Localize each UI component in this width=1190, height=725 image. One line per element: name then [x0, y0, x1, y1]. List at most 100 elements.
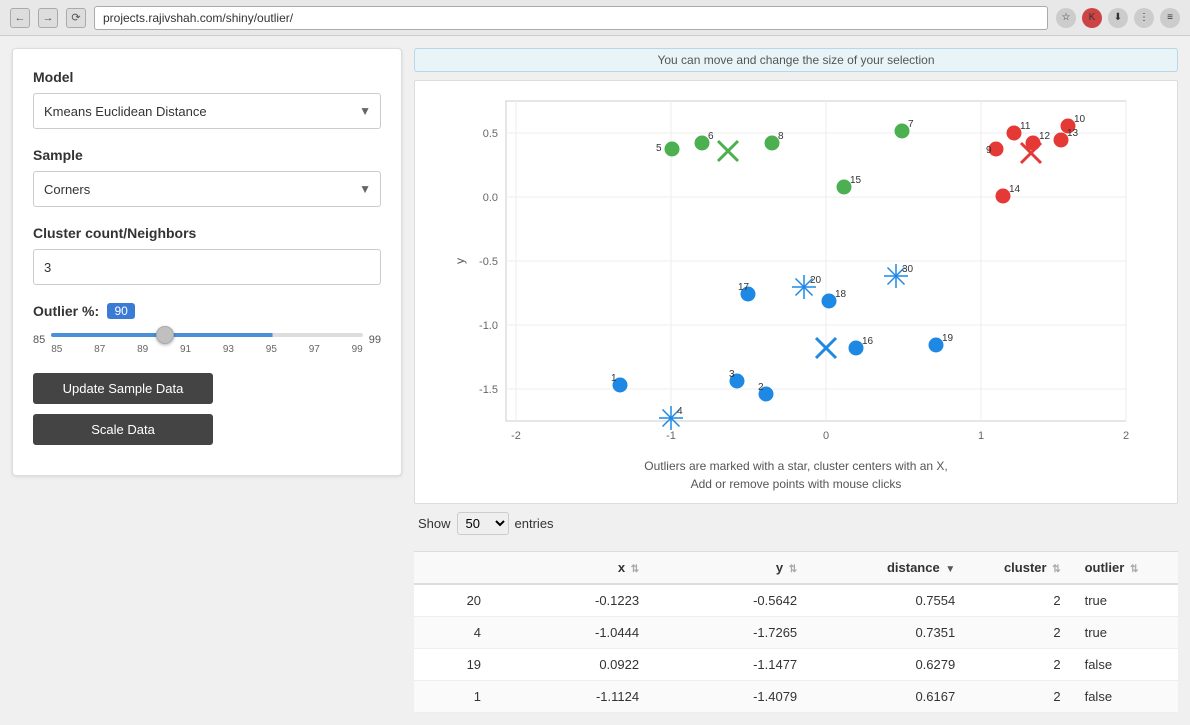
refresh-button[interactable]: ⟳: [66, 8, 86, 28]
ext-icon-1[interactable]: K: [1082, 8, 1102, 28]
menu-icon[interactable]: ≡: [1160, 8, 1180, 28]
sample-dropdown-wrapper: Corners Blobs Moons Circles ▼: [33, 171, 381, 207]
svg-text:-1: -1: [666, 430, 676, 442]
svg-text:2: 2: [1123, 430, 1129, 442]
svg-text:7: 7: [908, 119, 914, 130]
table-row: 19 0.0922 -1.1477 0.6279 2 false: [414, 649, 1178, 681]
col-header-x[interactable]: x ⇅: [493, 552, 651, 585]
slider-max: 99: [369, 334, 381, 346]
cell-distance: 0.6167: [809, 681, 967, 713]
chart-caption: Outliers are marked with a star, cluster…: [425, 457, 1167, 493]
svg-text:8: 8: [778, 131, 784, 142]
entries-select[interactable]: 50 10 25 100: [457, 512, 509, 535]
outlier-slider-section: Outlier %: 90 85 85 87 89 91 93 95: [33, 303, 381, 355]
control-panel: Model Kmeans Euclidean Distance LOF Isol…: [12, 48, 402, 476]
col-header-outlier[interactable]: outlier ⇅: [1073, 552, 1178, 585]
scale-data-button[interactable]: Scale Data: [33, 414, 213, 445]
sort-icon-outlier: ⇅: [1130, 564, 1138, 575]
svg-text:0.5: 0.5: [483, 128, 498, 140]
svg-text:18: 18: [835, 289, 847, 300]
show-label: Show: [418, 516, 451, 531]
svg-text:10: 10: [1074, 114, 1086, 125]
address-bar[interactable]: [94, 6, 1048, 30]
col-header-y[interactable]: y ⇅: [651, 552, 809, 585]
svg-text:14: 14: [1009, 184, 1021, 195]
star-icon[interactable]: ☆: [1056, 8, 1076, 28]
sample-select[interactable]: Corners Blobs Moons Circles: [33, 171, 381, 207]
table-row: 1 -1.1124 -1.4079 0.6167 2 false: [414, 681, 1178, 713]
svg-text:15: 15: [850, 175, 862, 186]
svg-text:6: 6: [708, 131, 714, 142]
col-header-cluster[interactable]: cluster ⇅: [967, 552, 1072, 585]
cell-outlier: true: [1073, 584, 1178, 617]
svg-text:-1.5: -1.5: [479, 384, 498, 396]
svg-text:13: 13: [1067, 128, 1079, 139]
cell-outlier: false: [1073, 649, 1178, 681]
tick-97: 97: [309, 344, 320, 355]
outlier-label: Outlier %:: [33, 303, 99, 319]
cell-outlier: false: [1073, 681, 1178, 713]
slider-ticks: 85 87 89 91 93 95 97 99: [51, 344, 363, 355]
slider-header: Outlier %: 90: [33, 303, 381, 319]
table-row: 4 -1.0444 -1.7265 0.7351 2 true: [414, 617, 1178, 649]
svg-text:12: 12: [1039, 131, 1051, 142]
svg-text:-0.5: -0.5: [479, 256, 498, 268]
right-content: You can move and change the size of your…: [414, 48, 1178, 713]
svg-text:2: 2: [758, 382, 764, 393]
outlier-value: 90: [107, 303, 135, 319]
model-select[interactable]: Kmeans Euclidean Distance LOF Isolation …: [33, 93, 381, 129]
slider-range-row: 85 85 87 89 91 93 95 97 99: [33, 325, 381, 355]
svg-text:9: 9: [986, 145, 992, 156]
svg-text:1: 1: [611, 373, 617, 384]
svg-text:-1.0: -1.0: [479, 320, 498, 332]
sort-icon-x: ⇅: [631, 564, 639, 575]
table-body: 20 -0.1223 -0.5642 0.7554 2 true 4 -1.04…: [414, 584, 1178, 713]
svg-text:-2: -2: [511, 430, 521, 442]
cell-outlier: true: [1073, 617, 1178, 649]
tick-87: 87: [94, 344, 105, 355]
tick-93: 93: [223, 344, 234, 355]
cell-index: 20: [414, 584, 493, 617]
slider-min: 85: [33, 334, 45, 346]
cell-y: -1.4079: [651, 681, 809, 713]
slider-wrapper: 85 87 89 91 93 95 97 99: [51, 325, 363, 355]
ext-icon-3[interactable]: ⋮: [1134, 8, 1154, 28]
ext-icon-2[interactable]: ⬇: [1108, 8, 1128, 28]
cluster-group: Cluster count/Neighbors: [33, 225, 381, 285]
sample-group: Sample Corners Blobs Moons Circles ▼: [33, 147, 381, 207]
tick-99: 99: [352, 344, 363, 355]
back-button[interactable]: ←: [10, 8, 30, 28]
tick-91: 91: [180, 344, 191, 355]
col-header-distance[interactable]: distance ▼: [809, 552, 967, 585]
svg-text:20: 20: [810, 275, 822, 286]
tick-89: 89: [137, 344, 148, 355]
svg-text:4: 4: [677, 406, 683, 417]
cell-distance: 0.7351: [809, 617, 967, 649]
update-sample-button[interactable]: Update Sample Data: [33, 373, 213, 404]
svg-text:1: 1: [978, 430, 984, 442]
sample-label: Sample: [33, 147, 381, 163]
tick-95: 95: [266, 344, 277, 355]
chart-container: 0.5 0.0 -0.5 -1.0 -1.5 -2 -1 0 1 2 y: [414, 80, 1178, 504]
svg-text:0: 0: [823, 430, 829, 442]
table-controls: Show 50 10 25 100 entries: [414, 512, 1178, 535]
svg-text:17: 17: [738, 282, 750, 293]
caption-line2: Add or remove points with mouse clicks: [691, 477, 902, 491]
forward-button[interactable]: →: [38, 8, 58, 28]
svg-text:19: 19: [942, 333, 954, 344]
sort-icon-cluster: ⇅: [1052, 564, 1060, 575]
cell-index: 19: [414, 649, 493, 681]
scatter-plot: 0.5 0.0 -0.5 -1.0 -1.5 -2 -1 0 1 2 y: [425, 91, 1167, 451]
svg-text:16: 16: [862, 336, 874, 347]
outlier-slider[interactable]: [51, 333, 363, 337]
cell-x: 0.0922: [493, 649, 651, 681]
cluster-input[interactable]: [33, 249, 381, 285]
table-header-row: x ⇅ y ⇅ distance ▼ cluster ⇅ outlier ⇅: [414, 552, 1178, 585]
svg-text:3: 3: [729, 369, 735, 380]
chart-svg-wrapper[interactable]: 0.5 0.0 -0.5 -1.0 -1.5 -2 -1 0 1 2 y: [425, 91, 1167, 451]
browser-toolbar: ☆ K ⬇ ⋮ ≡: [1056, 8, 1180, 28]
sort-icon-y: ⇅: [789, 564, 797, 575]
cell-index: 1: [414, 681, 493, 713]
col-header-index: [414, 552, 493, 585]
svg-text:0.0: 0.0: [483, 192, 498, 204]
